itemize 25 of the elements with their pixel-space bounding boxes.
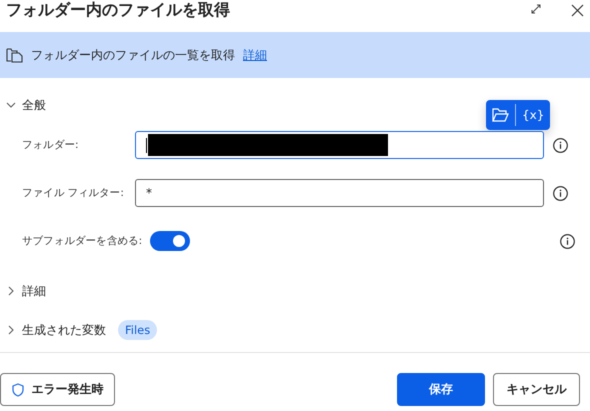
field-label: ファイル フィルター: (22, 186, 124, 201)
on-error-button[interactable]: エラー発生時 (0, 373, 115, 406)
info-icon (560, 234, 575, 248)
close-icon[interactable] (571, 4, 584, 17)
field-label: フォルダー: (22, 138, 80, 153)
files-icon (6, 47, 23, 63)
section-header[interactable]: 生成された変数 (22, 322, 106, 338)
banner-text: フォルダー内のファイルの一覧を取得 (31, 46, 235, 64)
section-header[interactable]: 全般 (22, 96, 46, 114)
cancel-button[interactable]: キャンセル (493, 373, 580, 406)
input-field[interactable]: * (135, 179, 544, 207)
details-link[interactable]: 詳細 (243, 46, 267, 64)
save-button[interactable]: 保存 (397, 373, 485, 406)
shield-icon (12, 382, 24, 396)
info-icon (553, 138, 568, 152)
folder-icon (492, 108, 509, 122)
info-icon (553, 186, 568, 200)
variable-badge[interactable]: Files (118, 320, 158, 340)
section-header[interactable]: 詳細 (22, 282, 46, 300)
input-field[interactable] (135, 131, 544, 159)
toggle-switch[interactable] (150, 231, 190, 251)
dialog-title: フォルダー内のファイルを取得 (6, 0, 230, 20)
expand-icon[interactable] (531, 4, 541, 14)
variable-button[interactable]: {x} (516, 100, 550, 130)
field-label: サブフォルダーを含める: (22, 234, 142, 249)
